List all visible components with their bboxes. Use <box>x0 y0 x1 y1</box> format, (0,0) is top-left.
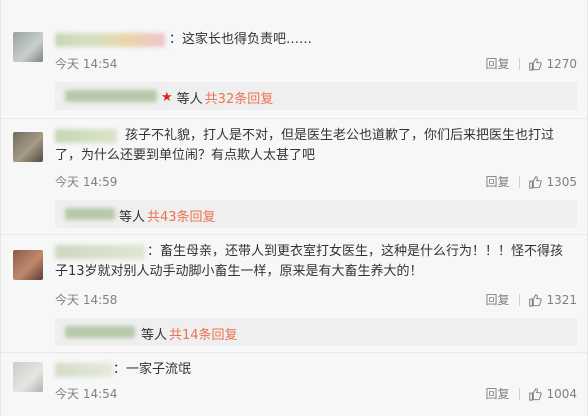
reply-prefix: 等人 <box>141 328 168 343</box>
reply-button[interactable]: 回复 <box>485 173 509 190</box>
user-avatar[interactable] <box>13 32 43 62</box>
reply-summary-bar[interactable]: 等人 共43条回复 <box>55 200 577 228</box>
reply-summary-text: 等人 共14条回复 <box>141 324 238 343</box>
action-divider <box>519 293 521 306</box>
comment-list: ：这家长也得负责吧…… 今天 14:54 回复 1270 ★ 等人 共32条回复… <box>0 0 588 416</box>
like-count: 1321 <box>546 292 577 307</box>
user-avatar[interactable] <box>13 250 43 280</box>
view-replies-link[interactable]: 共14条回复 <box>169 324 238 343</box>
view-replies-link[interactable]: 共32条回复 <box>205 88 274 107</box>
action-divider <box>519 387 521 400</box>
red-star-icon: ★ <box>161 90 173 105</box>
replier-names-redacted <box>65 208 115 220</box>
reply-summary-bar[interactable]: ★ 等人 共32条回复 <box>55 82 577 110</box>
reply-button[interactable]: 回复 <box>485 385 509 402</box>
divider <box>1 118 587 119</box>
thumbs-up-icon[interactable] <box>528 175 543 189</box>
comment-time: 今天 14:59 <box>55 175 118 189</box>
comment-actions: 回复 1321 <box>485 291 577 308</box>
reply-summary-text: ★ 等人 共32条回复 <box>161 88 273 107</box>
action-divider <box>519 57 521 70</box>
action-divider <box>519 175 521 188</box>
thumbs-up-icon[interactable] <box>528 293 543 307</box>
replier-names-redacted <box>65 90 157 102</box>
comment-time: 今天 14:54 <box>55 387 118 401</box>
comment-text: ：这家长也得负责吧…… <box>169 32 313 47</box>
reply-summary-bar[interactable]: 等人 共14条回复 <box>55 318 577 346</box>
comment-actions: 回复 1004 <box>485 385 577 402</box>
view-replies-link[interactable]: 共43条回复 <box>147 206 216 225</box>
divider <box>1 352 587 353</box>
comment-text: ：一家子流氓 <box>113 362 192 377</box>
reply-button[interactable]: 回复 <box>485 55 509 72</box>
comment-time: 今天 14:58 <box>55 293 118 307</box>
comment-time: 今天 14:54 <box>55 57 118 71</box>
comment-actions: 回复 1305 <box>485 173 577 190</box>
replier-names-redacted <box>65 326 135 338</box>
like-count: 1270 <box>546 56 577 71</box>
comment-text: ：畜生母亲，还带人到更衣室打女医生，这种是什么行为！！！怪不得孩子13岁就对别人… <box>55 244 564 279</box>
username-redacted[interactable] <box>55 33 165 47</box>
like-count: 1305 <box>546 174 577 189</box>
thumbs-up-icon[interactable] <box>528 387 543 401</box>
username-redacted[interactable] <box>55 363 113 377</box>
user-avatar[interactable] <box>13 132 43 162</box>
thumbs-up-icon[interactable] <box>528 57 543 71</box>
comment-actions: 回复 1270 <box>485 55 577 72</box>
user-avatar[interactable] <box>13 362 43 392</box>
reply-prefix: 等人 <box>119 210 146 225</box>
comment-text: 孩子不礼貌，打人是不对，但是医生老公也道歉了，你们后来把医生也打过了，为什么还要… <box>55 128 555 163</box>
reply-prefix: 等人 <box>176 92 203 107</box>
like-count: 1004 <box>546 386 577 401</box>
divider <box>1 234 587 235</box>
reply-button[interactable]: 回复 <box>485 291 509 308</box>
reply-summary-text: 等人 共43条回复 <box>119 206 216 225</box>
